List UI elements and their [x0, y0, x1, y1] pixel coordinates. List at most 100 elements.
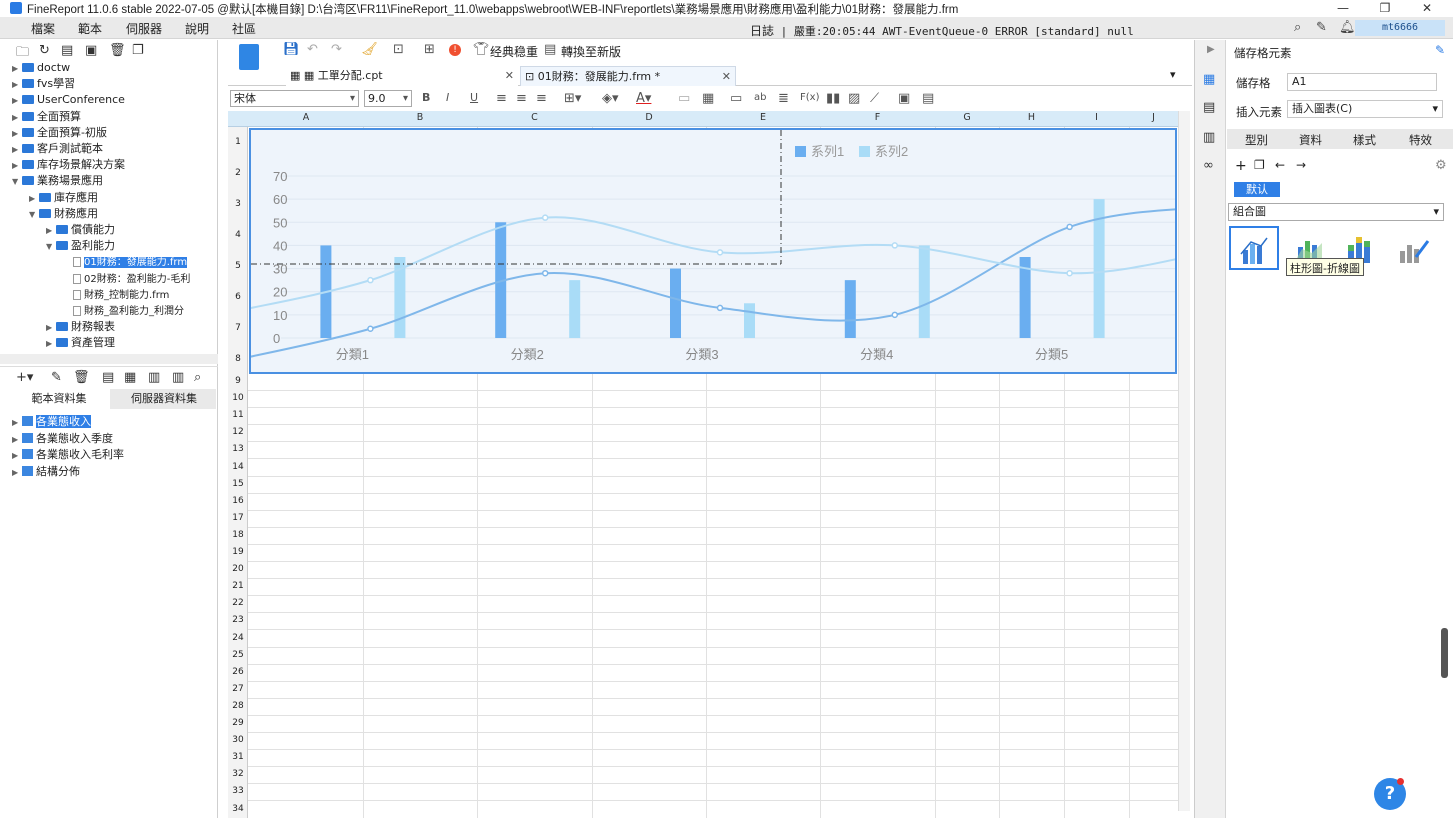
refresh-icon[interactable]: ↻	[39, 43, 50, 58]
save-icon[interactable]: 💾︎	[283, 42, 300, 57]
tree-item[interactable]: ▶ 庫存應用	[29, 190, 98, 206]
row-header-cell[interactable]: 6	[228, 292, 248, 302]
collapsed-icon[interactable]: ▶	[12, 465, 22, 481]
tab-server-datasets[interactable]: 伺服器資料集	[112, 389, 216, 409]
row-header-cell[interactable]: 22	[228, 598, 248, 608]
column-header-cell[interactable]: A	[249, 112, 363, 123]
expanded-icon[interactable]: ▼	[12, 174, 22, 190]
collapsed-icon[interactable]: ▶	[12, 142, 22, 158]
row-header-cell[interactable]: 27	[228, 684, 248, 694]
widget-icon[interactable]: ▥	[1203, 130, 1219, 145]
tree-scrollbar[interactable]	[0, 354, 218, 364]
tree-item[interactable]: ▶ doctw	[12, 60, 70, 76]
row-header-cell[interactable]: 11	[228, 410, 248, 420]
collapsed-icon[interactable]: ▶	[12, 126, 22, 142]
tree-item[interactable]: ▼ 盈利能力	[46, 238, 115, 254]
align-left-icon[interactable]: ≡	[496, 91, 507, 106]
collapsed-icon[interactable]: ▶	[12, 77, 22, 93]
menu-help[interactable]: 說明	[185, 20, 209, 37]
tab-development-ability[interactable]: ⊡ 01財務：發展能力.frm * ✕	[520, 66, 736, 86]
arrow-left-icon[interactable]: ←	[1275, 158, 1285, 172]
add-icon[interactable]: +	[1235, 158, 1247, 174]
search-dataset-icon[interactable]: ⌕	[194, 370, 201, 385]
column-header-cell[interactable]: G	[935, 112, 999, 123]
menu-template[interactable]: 範本	[78, 20, 102, 37]
search-icon[interactable]: ⌕	[1294, 20, 1301, 35]
bell-icon[interactable]: 🔔︎	[1339, 20, 1356, 35]
close-window-button[interactable]: ✕	[1412, 0, 1442, 17]
row-header-cell[interactable]: 16	[228, 496, 248, 506]
text-field-icon[interactable]: ▭	[730, 91, 742, 106]
row-header-cell[interactable]: 12	[228, 427, 248, 437]
close-tab-icon[interactable]: ✕	[505, 66, 514, 86]
menu-community[interactable]: 社區	[232, 20, 256, 37]
hyperlink-icon[interactable]: ∞	[1203, 158, 1219, 173]
row-header-cell[interactable]: 24	[228, 633, 248, 643]
tree-item[interactable]: ▼ 財務應用	[29, 206, 98, 222]
delete-dataset-icon[interactable]: 🗑︎	[73, 370, 90, 385]
sub-report-icon[interactable]: ▣	[898, 91, 910, 106]
table-icon[interactable]: ▦	[702, 91, 714, 106]
inspect-icon[interactable]: ⊞	[424, 42, 435, 57]
tree-item[interactable]: ▶ UserConference	[12, 92, 125, 108]
row-header-cell[interactable]: 32	[228, 769, 248, 779]
default-button[interactable]: 默认	[1234, 182, 1280, 197]
row-header-cell[interactable]: 28	[228, 701, 248, 711]
delete-icon[interactable]: 🗑︎	[109, 43, 126, 58]
row-header-cell[interactable]: 3	[228, 199, 248, 209]
row-header-cell[interactable]: 31	[228, 752, 248, 762]
tab-type[interactable]: 型別	[1245, 132, 1268, 148]
row-header-cell[interactable]: 8	[228, 354, 248, 364]
menu-server[interactable]: 伺服器	[126, 20, 162, 37]
expanded-icon[interactable]: ▼	[46, 239, 56, 255]
rich-text-icon[interactable]: ≣	[778, 91, 789, 106]
row-header-cell[interactable]: 33	[228, 786, 248, 796]
row-header-cell[interactable]: 29	[228, 718, 248, 728]
collapsed-icon[interactable]: ▶	[12, 93, 22, 109]
formula-icon[interactable]: F(x)	[800, 92, 819, 103]
tree-item[interactable]: ▶ 全面預算	[12, 109, 81, 125]
menu-file[interactable]: 檔案	[31, 20, 55, 37]
collapsed-icon[interactable]: ▶	[12, 432, 22, 448]
border-icon[interactable]: ⊞▾	[564, 91, 581, 106]
column-header-cell[interactable]: E	[706, 112, 820, 123]
row-header-cell[interactable]: 7	[228, 323, 248, 333]
column-header-cell[interactable]: J	[1129, 112, 1178, 123]
convert-button[interactable]: 轉換至新版	[561, 43, 621, 60]
redo-icon[interactable]: ↷	[331, 42, 342, 57]
copy-chart-icon[interactable]: ❐	[1254, 158, 1265, 172]
tab-menu-icon[interactable]: ▾	[1170, 68, 1176, 81]
tree-item[interactable]: 01財務：發展能力.frm	[63, 254, 188, 270]
tree-item[interactable]: ▶ 資產管理	[46, 335, 115, 351]
alert-badge[interactable]: !	[449, 44, 461, 56]
collapsed-icon[interactable]: ▶	[12, 61, 22, 77]
row-header-cell[interactable]: 26	[228, 667, 248, 677]
tree-item[interactable]: ▶ 償債能力	[46, 222, 115, 238]
log-status[interactable]: 日誌 | 嚴重:20:05:44 AWT-EventQueue-0 ERROR …	[750, 22, 1134, 39]
preview-icon[interactable]: ▤	[102, 370, 114, 385]
row-header-cell[interactable]: 1	[228, 137, 248, 147]
tree-item[interactable]: ▶ 客戶測試範本	[12, 141, 103, 157]
edit-icon[interactable]: ✎	[1316, 20, 1327, 35]
chart-icon[interactable]: ▮▮	[826, 91, 840, 106]
close-tab-icon[interactable]: ✕	[722, 67, 731, 87]
font-size-select[interactable]: 9.0 ▾	[364, 90, 412, 107]
tab-effects[interactable]: 特效	[1409, 132, 1432, 148]
minimize-button[interactable]: —	[1328, 0, 1358, 17]
undo-icon[interactable]: ↶	[307, 42, 318, 57]
row-header-cell[interactable]: 30	[228, 735, 248, 745]
lock-icon[interactable]: ▣	[85, 43, 97, 58]
tree-item[interactable]: ▶ fvs學習	[12, 76, 75, 92]
pin-icon[interactable]: ✎	[1435, 43, 1445, 57]
column-header-cell[interactable]: B	[363, 112, 477, 123]
row-header-cell[interactable]: 10	[228, 393, 248, 403]
preview-template-icon[interactable]: ⊡	[393, 42, 404, 57]
row-header-cell[interactable]: 34	[228, 804, 248, 814]
cell-input[interactable]: A1	[1287, 73, 1437, 91]
dataset-item[interactable]: ▶ 各業態收入季度	[12, 431, 113, 447]
text-icon[interactable]: ab	[754, 92, 766, 103]
gear-icon[interactable]: ⚙	[1435, 158, 1447, 173]
user-badge[interactable]: mt6666	[1355, 20, 1445, 36]
spreadsheet[interactable]: ABCDEFGHIJ 1 2 3 4 5 6 7 8 9 10 11 12 13 14 15 16 17 18 19…	[228, 111, 1178, 818]
row-header-cell[interactable]: 19	[228, 547, 248, 557]
